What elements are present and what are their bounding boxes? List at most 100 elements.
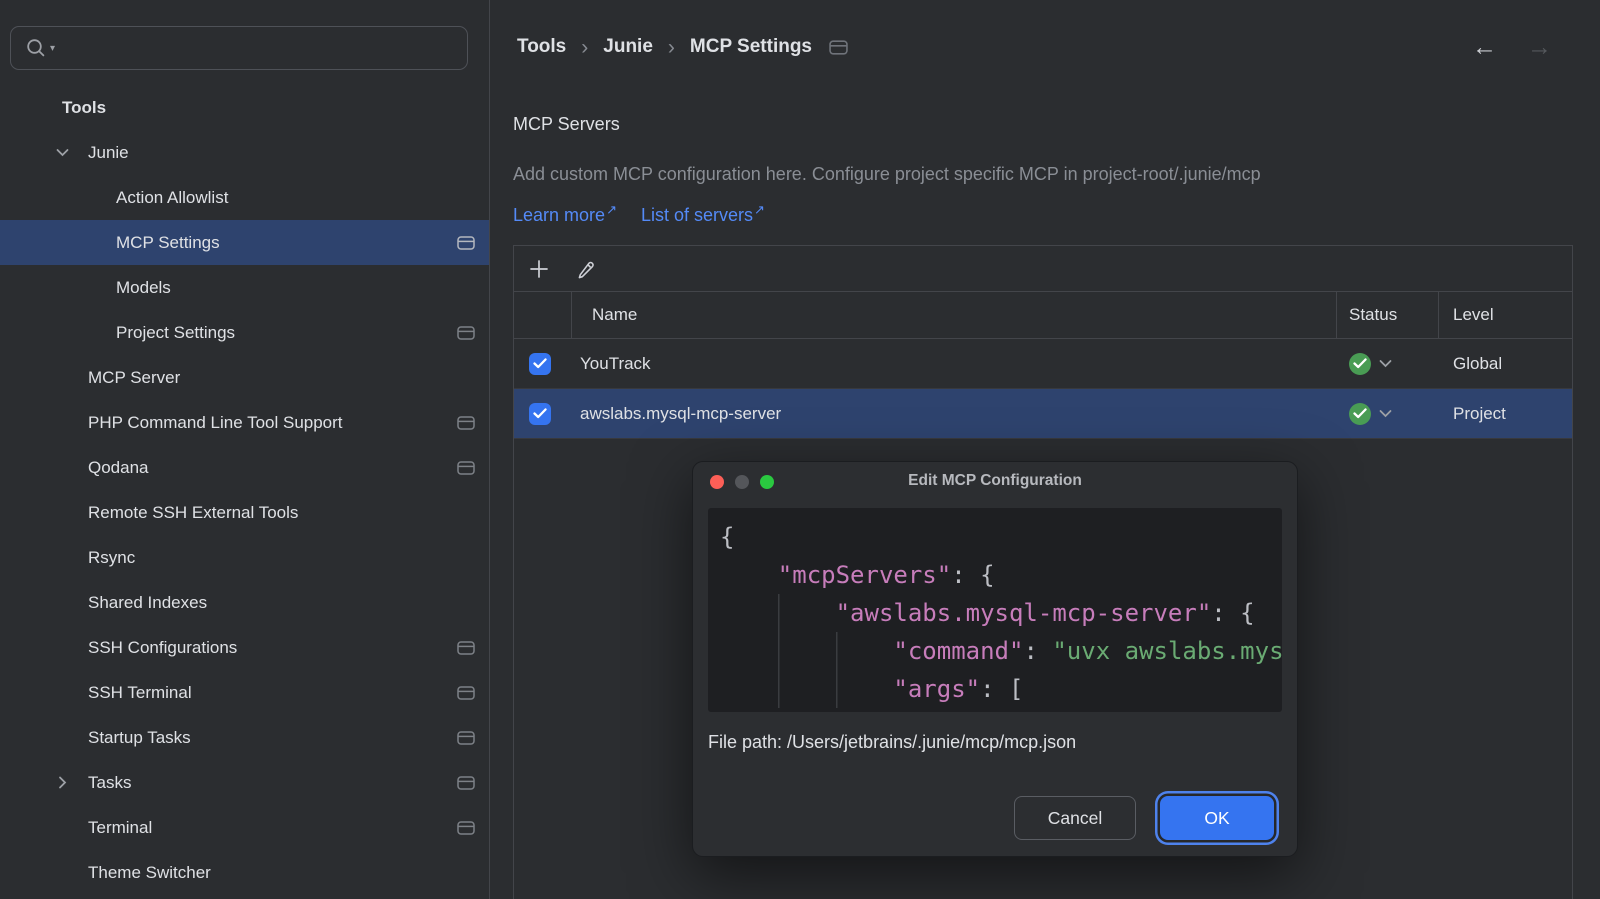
sidebar-item-label: Project Settings [116,323,235,343]
column-header-name: Name [572,292,1337,338]
settings-search-box[interactable]: ▾ [10,26,468,70]
sidebar-item-ssh-configurations[interactable]: SSH Configurations [0,625,489,670]
indent-guide [778,670,836,708]
link-learn-more[interactable]: Learn more↗ [513,202,617,226]
table-header: NameStatusLevel [514,292,1572,339]
sidebar-item-mcp-server[interactable]: MCP Server [0,355,489,400]
sidebar-item-label: Junie [88,143,129,163]
code-line: "command": "uvx awslabs.mysq [720,632,1282,670]
settings-search-input[interactable] [57,38,467,58]
settings-window-icon [457,731,475,745]
code-token: : { [1211,599,1254,627]
sidebar-item-label: Shared Indexes [88,593,207,613]
server-name-cell: YouTrack [572,354,1337,374]
breadcrumb-item-tools[interactable]: Tools [517,36,566,58]
page-description: Add custom MCP configuration here. Confi… [513,164,1261,185]
sidebar-item-label: MCP Settings [116,233,220,253]
edit-server-button[interactable] [576,259,596,279]
sidebar-item-startup-tasks[interactable]: Startup Tasks [0,715,489,760]
indent-guide [836,670,894,708]
sidebar-item-label: Models [116,278,171,298]
table-body: YouTrack Global awslabs.mysql-mcp-server Pr… [514,339,1572,439]
code-line: "mcpServers": { [720,556,1282,594]
settings-window-icon [457,416,475,430]
server-name-cell: awslabs.mysql-mcp-server [572,404,1337,424]
code-line: "args": [ [720,670,1282,708]
table-row-awslabs-mysql-mcp-server[interactable]: awslabs.mysql-mcp-server Project [514,389,1572,439]
sidebar-item-label: Tasks [88,773,131,793]
external-link-arrow-icon: ↗ [754,202,765,217]
code-line: "awslabs.mysql-mcp-server": { [720,594,1282,632]
indent-guide [836,632,894,670]
sidebar-item-label: PHP Command Line Tool Support [88,413,343,433]
table-row-youtrack[interactable]: YouTrack Global [514,339,1572,389]
ok-button[interactable]: OK [1160,796,1274,840]
sidebar-item-label: Terminal [88,818,152,838]
indent-guide [778,594,836,632]
server-enabled-checkbox[interactable] [529,353,551,375]
sidebar-item-remote-ssh-external-tools[interactable]: Remote SSH External Tools [0,490,489,535]
status-ok-icon [1349,403,1371,425]
zoom-window-icon[interactable] [760,475,774,489]
code-token: { [720,523,734,551]
json-config-editor[interactable]: {"mcpServers": {"awslabs.mysql-mcp-serve… [708,508,1282,712]
sidebar-item-terminal[interactable]: Terminal [0,805,489,850]
column-header-checkbox [514,292,572,338]
sidebar-item-ssh-terminal[interactable]: SSH Terminal [0,670,489,715]
window-controls [710,475,774,489]
chevron-down-icon[interactable] [56,148,88,157]
column-header-level: Level [1439,292,1572,338]
sidebar-item-php-command-line-tool-support[interactable]: PHP Command Line Tool Support [0,400,489,445]
breadcrumb-separator-icon: › [668,37,675,58]
chevron-down-icon[interactable] [1379,359,1392,368]
enabled-cell [514,403,572,425]
close-window-icon[interactable] [710,475,724,489]
mcp-settings-screen: { "colors": { "accent_blue": "#3574f0", … [0,0,1600,899]
indent-guide [778,632,836,670]
sidebar-item-action-allowlist[interactable]: Action Allowlist [0,175,489,220]
code-token: "command" [893,637,1023,665]
history-nav: ← → [1472,33,1552,62]
minimize-window-icon[interactable] [735,475,749,489]
server-level-cell: Global [1439,354,1572,374]
sidebar-item-mcp-settings[interactable]: MCP Settings [0,220,489,265]
sidebar-item-tools[interactable]: Tools [0,85,489,130]
breadcrumb-item-mcp-settings[interactable]: MCP Settings [690,36,812,58]
help-links: Learn more↗List of servers↗ [513,202,765,226]
sidebar-item-junie[interactable]: Junie [0,130,489,175]
enabled-cell [514,353,572,375]
sidebar-item-rsync[interactable]: Rsync [0,535,489,580]
breadcrumb-item-junie[interactable]: Junie [603,36,653,58]
cancel-button[interactable]: Cancel [1014,796,1136,840]
chevron-down-icon[interactable] [1379,409,1392,418]
sidebar-item-tasks[interactable]: Tasks [0,760,489,805]
indent-space [720,670,778,708]
file-path-label: File path: /Users/jetbrains/.junie/mcp/m… [708,732,1282,753]
server-enabled-checkbox[interactable] [529,403,551,425]
forward-arrow-icon[interactable]: → [1527,33,1552,62]
external-link-arrow-icon: ↗ [606,202,617,217]
sidebar-item-qodana[interactable]: Qodana [0,445,489,490]
sidebar-item-theme-switcher[interactable]: Theme Switcher [0,850,489,895]
chevron-right-icon[interactable] [56,778,88,787]
settings-window-icon [457,641,475,655]
sidebar-item-label: Qodana [88,458,149,478]
link-label: Learn more [513,205,605,225]
search-filter-caret-icon[interactable]: ▾ [50,43,55,54]
code-token: "uvx awslabs.mysq [1052,637,1282,665]
pencil-icon [576,259,596,279]
add-server-button[interactable] [529,259,549,279]
link-list-of-servers[interactable]: List of servers↗ [641,202,765,226]
sidebar-item-label: Action Allowlist [116,188,228,208]
sidebar-item-label: Remote SSH External Tools [88,503,298,523]
sidebar-item-models[interactable]: Models [0,265,489,310]
code-token: "mcpServers" [778,561,951,589]
server-level-cell: Project [1439,404,1572,424]
sidebar-item-project-settings[interactable]: Project Settings [0,310,489,355]
sidebar-item-shared-indexes[interactable]: Shared Indexes [0,580,489,625]
code-token: "awslabs.mysql-mcp-server" [836,599,1212,627]
dialog-titlebar[interactable]: Edit MCP Configuration [693,462,1297,500]
settings-window-icon [457,461,475,475]
back-arrow-icon[interactable]: ← [1472,33,1497,62]
settings-window-icon [457,236,475,250]
